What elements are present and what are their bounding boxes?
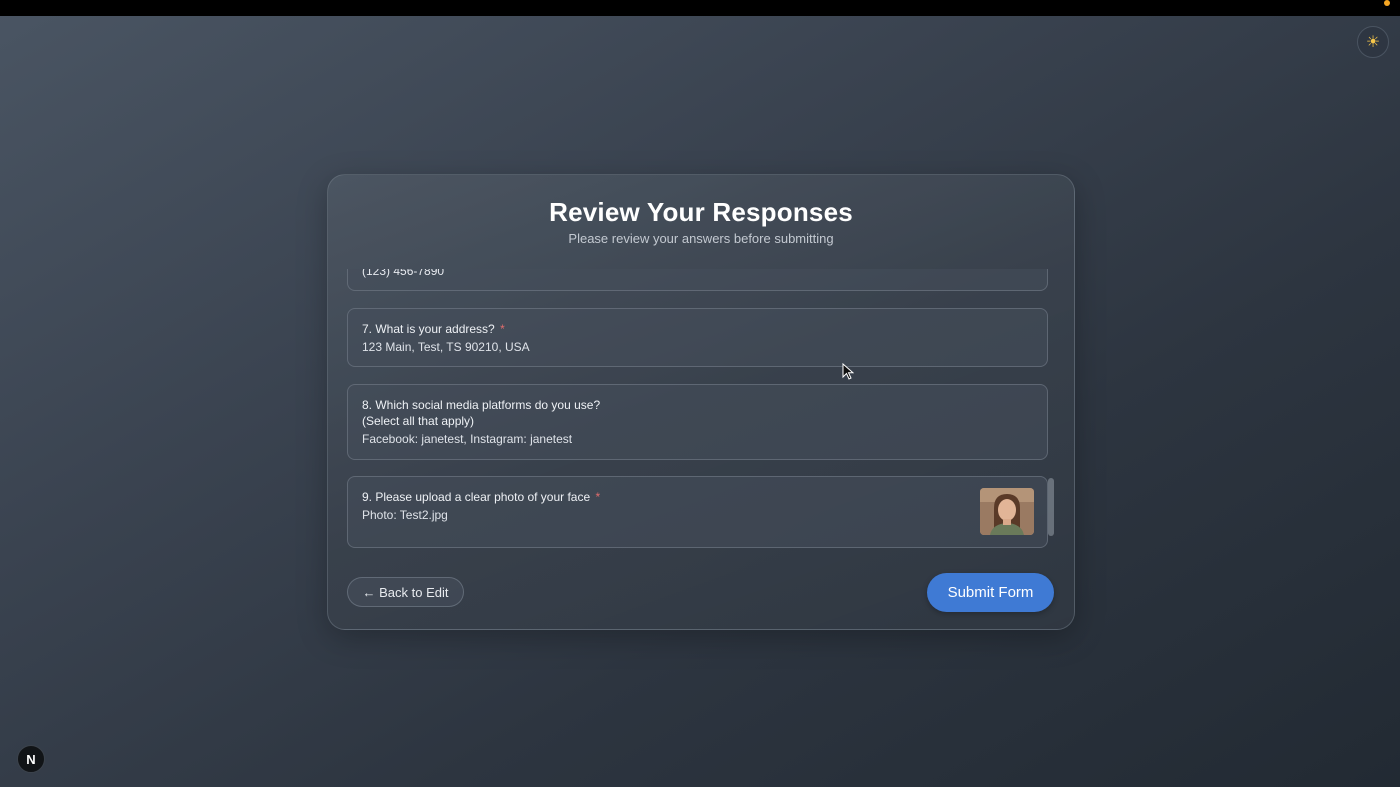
- mouse-cursor-icon: [842, 363, 854, 380]
- answer-value: (123) 456-7890: [362, 269, 445, 278]
- back-to-edit-button[interactable]: ← Back to Edit: [347, 577, 464, 607]
- review-card: Review Your Responses Please review your…: [327, 174, 1075, 630]
- answer-card-photo: 9. Please upload a clear photo of your f…: [347, 476, 1048, 548]
- question-label: 8. Which social media platforms do you u…: [362, 397, 600, 429]
- face-photo-icon: [980, 488, 1034, 535]
- question-hint: (Select all that apply): [362, 414, 475, 428]
- question-label: 7. What is your address? *: [362, 321, 505, 337]
- required-marker: *: [500, 322, 505, 336]
- question-text: 7. What is your address?: [362, 322, 495, 336]
- uploaded-photo-thumbnail: [980, 488, 1034, 535]
- answer-card-social-media: 8. Which social media platforms do you u…: [347, 384, 1048, 460]
- page-subtitle: Please review your answers before submit…: [568, 231, 834, 246]
- answer-value: Facebook: janetest, Instagram: janetest: [362, 432, 573, 446]
- scrollbar-thumb[interactable]: [1048, 478, 1054, 536]
- theme-toggle-button[interactable]: ☀: [1357, 26, 1389, 58]
- answer-card-phone: (123) 456-7890: [347, 269, 1048, 291]
- page-title: Review Your Responses: [549, 197, 853, 227]
- required-marker: *: [595, 490, 601, 504]
- sun-icon: ☀: [1365, 34, 1381, 51]
- notification-dot: [1384, 0, 1390, 6]
- answer-card-address: 7. What is your address? * 123 Main, Tes…: [347, 308, 1048, 367]
- top-bar: [0, 0, 1400, 16]
- question-text: 8. Which social media platforms do you u…: [362, 398, 601, 412]
- responses-scroll-area[interactable]: (123) 456-7890 7. What is your address? …: [347, 269, 1057, 551]
- answer-value: 123 Main, Test, TS 90210, USA: [362, 340, 530, 354]
- question-label: 9. Please upload a clear photo of your f…: [362, 489, 600, 505]
- answer-value: Photo: Test2.jpg: [362, 508, 448, 522]
- framework-badge-icon[interactable]: N: [17, 745, 45, 773]
- submit-form-button[interactable]: Submit Form: [927, 573, 1054, 612]
- question-text: 9. Please upload a clear photo of your f…: [362, 490, 591, 504]
